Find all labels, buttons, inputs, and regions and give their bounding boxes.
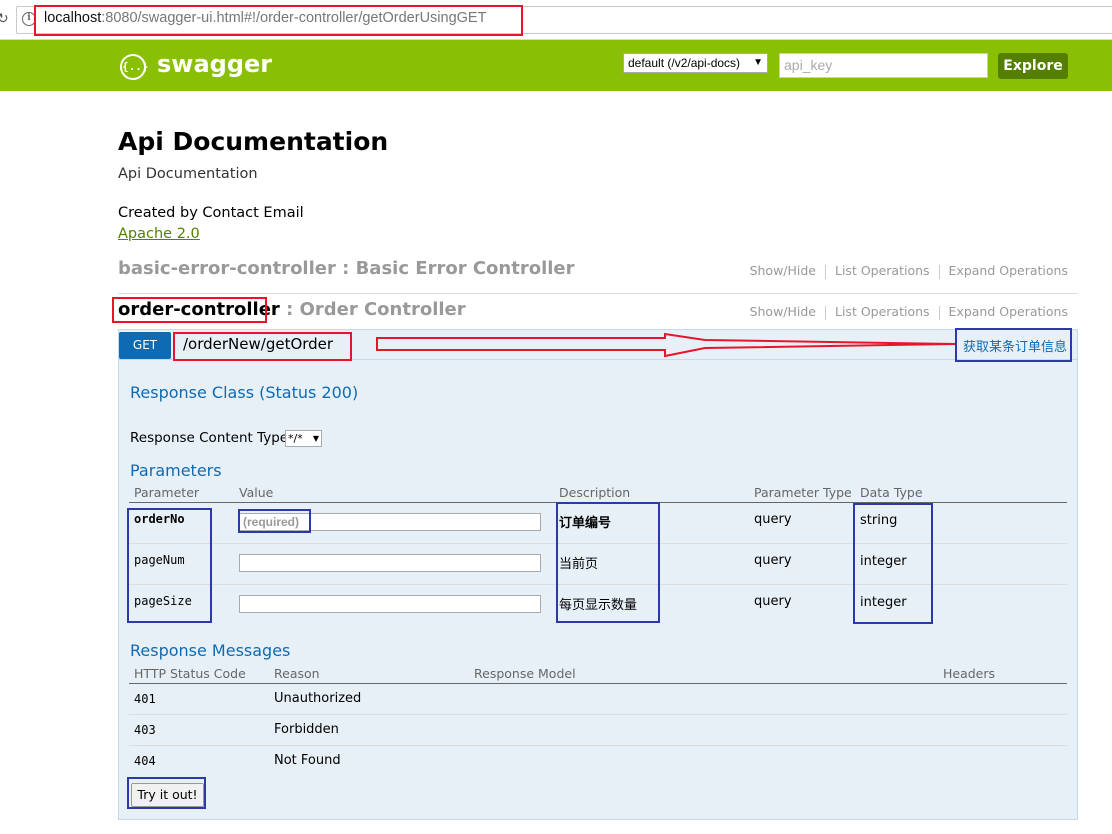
link-divider (938, 305, 940, 320)
http-method-badge[interactable]: GET (119, 332, 171, 359)
url-path: :8080/swagger-ui.html#!/order-controller… (101, 10, 487, 26)
response-headers (938, 714, 1067, 746)
browser-toolbar: ↻ i localhost:8080/swagger-ui.html#!/ord… (0, 0, 1112, 40)
status-code: 401 (129, 683, 269, 715)
response-headers (938, 683, 1067, 715)
table-header-row: HTTP Status Code Reason Response Model H… (129, 663, 1067, 684)
license-link[interactable]: Apache 2.0 (118, 226, 200, 242)
param-data-type: string (855, 502, 1067, 544)
divider (118, 293, 1078, 294)
table-row: pageNum 当前页 query integer (129, 543, 1067, 585)
spec-select-value: default (/v2/api-docs) (628, 56, 741, 70)
status-code: 403 (129, 714, 269, 746)
try-it-out-button[interactable]: Try it out! (131, 783, 204, 807)
table-row: 401 Unauthorized (129, 683, 1067, 715)
response-content-type-label: Response Content Type (130, 430, 289, 446)
parameters-title: Parameters (130, 461, 222, 480)
api-description: Api Documentation (118, 166, 258, 182)
param-description: 当前页 (554, 543, 749, 585)
response-model (469, 683, 938, 715)
param-name: pageNum (129, 543, 234, 585)
status-code: 404 (134, 753, 156, 768)
column-header: Parameter Type (749, 482, 855, 503)
response-model (469, 714, 938, 746)
column-header: Value (234, 482, 554, 503)
swagger-logo-text: swagger (157, 50, 273, 78)
table-row: pageSize 每页显示数量 query integer (129, 584, 1067, 625)
status-reason: Forbidden (269, 714, 469, 746)
column-header: Parameter (129, 482, 234, 503)
api-key-input[interactable]: api_key (779, 53, 988, 78)
column-header: Description (554, 482, 749, 503)
controller-label: : Basic Error Controller (335, 258, 575, 279)
operation-panel: GET /orderNew/getOrder 获取某条订单信息 Response… (118, 329, 1078, 820)
param-data-type: integer (860, 594, 907, 610)
expand-operations-link[interactable]: Expand Operations (949, 304, 1068, 319)
response-model (469, 745, 938, 776)
status-reason: Not Found (274, 753, 341, 769)
table-header-row: Parameter Value Description Parameter Ty… (129, 482, 1067, 503)
response-class-title: Response Class (Status 200) (130, 383, 359, 402)
controller-name: basic-error-controller (118, 258, 336, 279)
chevron-down-icon: ▼ (312, 434, 319, 443)
operation-heading[interactable]: GET /orderNew/getOrder 获取某条订单信息 (119, 330, 1077, 360)
swagger-header: {..} swagger default (/v2/api-docs) ▼ api… (0, 40, 1112, 91)
parameters-table: Parameter Value Description Parameter Ty… (129, 482, 1067, 625)
controller-basic-error: basic-error-controller : Basic Error Con… (118, 258, 1078, 294)
link-divider (825, 305, 826, 320)
created-by: Created by Contact Email (118, 205, 304, 221)
response-headers (938, 745, 1067, 776)
param-type: query (749, 543, 855, 585)
table-row: orderNo (required) 订单编号 query string (129, 502, 1067, 544)
param-description: 订单编号 (554, 502, 749, 544)
expand-operations-link[interactable]: Expand Operations (949, 263, 1068, 278)
chevron-down-icon: ▼ (753, 57, 763, 68)
controller-name: order-controller (118, 299, 280, 320)
show-hide-link[interactable]: Show/Hide (750, 263, 816, 278)
controller-links: Show/Hide List Operations Expand Operation… (750, 263, 1068, 279)
param-value-input[interactable] (239, 594, 541, 613)
table-row: 403 Forbidden (129, 714, 1067, 746)
reload-icon[interactable]: ↻ (0, 11, 9, 27)
controller-label: : Order Controller (279, 299, 466, 320)
list-operations-link[interactable]: List Operations (835, 263, 930, 278)
param-type: query (754, 593, 792, 609)
param-data-type: integer (855, 543, 1067, 585)
show-hide-link[interactable]: Show/Hide (750, 304, 816, 319)
param-name: orderNo (129, 502, 234, 544)
column-header: HTTP Status Code (129, 663, 269, 684)
list-operations-link[interactable]: List Operations (835, 304, 930, 319)
operation-path[interactable]: /orderNew/getOrder (183, 335, 333, 353)
url-host: localhost (44, 10, 102, 26)
response-messages-title: Response Messages (130, 641, 291, 660)
response-messages-table: HTTP Status Code Reason Response Model H… (129, 663, 1067, 776)
swagger-logo-icon: {..} (120, 54, 149, 80)
operation-summary[interactable]: 获取某条订单信息 (963, 336, 1067, 355)
param-name: pageSize (134, 593, 192, 608)
info-icon[interactable]: i (22, 12, 36, 26)
controller-title[interactable]: order-controller : Order Controller (118, 299, 466, 320)
table-row: 404 Not Found (129, 745, 1067, 776)
explore-button[interactable]: Explore (998, 53, 1068, 79)
response-content-type-select[interactable]: */* ▼ (285, 430, 322, 447)
content-type-value: */* (288, 432, 303, 445)
controller-title[interactable]: basic-error-controller : Basic Error Con… (118, 258, 575, 279)
controller-order: order-controller : Order Controller Show… (118, 299, 1068, 329)
link-divider (825, 264, 826, 279)
spec-select[interactable]: default (/v2/api-docs) ▼ (623, 53, 768, 73)
column-header: Response Model (469, 663, 938, 684)
column-header: Data Type (855, 482, 1067, 503)
url-text[interactable]: localhost:8080/swagger-ui.html#!/order-c… (44, 10, 486, 26)
column-header: Reason (269, 663, 469, 684)
param-value-input[interactable]: (required) (239, 512, 541, 531)
controller-links: Show/Hide List Operations Expand Operation… (750, 304, 1068, 320)
api-title: Api Documentation (118, 127, 389, 156)
param-value-input[interactable] (239, 553, 541, 572)
param-description: 每页显示数量 (559, 597, 638, 613)
param-type: query (749, 502, 855, 544)
column-header: Headers (938, 663, 1067, 684)
status-reason: Unauthorized (269, 683, 469, 715)
link-divider (938, 264, 940, 279)
